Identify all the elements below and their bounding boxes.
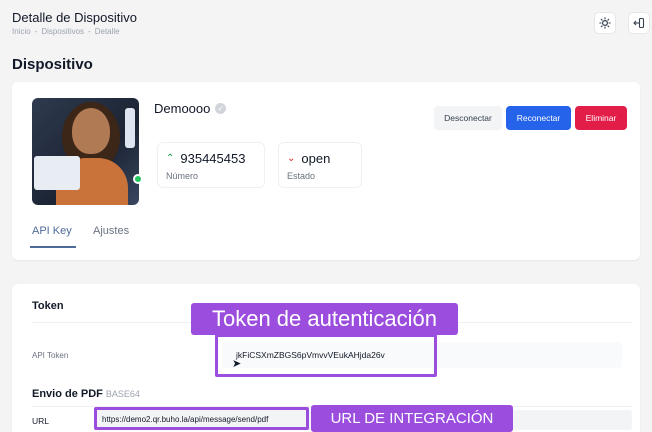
breadcrumb-separator: - — [34, 27, 38, 36]
pdf-section-title: Envio de PDF BASE64 — [32, 388, 140, 400]
logout-icon — [633, 17, 645, 29]
api-token-label: API Token — [32, 351, 69, 360]
device-avatar — [32, 98, 139, 205]
delete-button[interactable]: Eliminar — [575, 106, 627, 130]
sun-icon — [599, 17, 611, 29]
pdf-subtitle: BASE64 — [105, 389, 140, 399]
device-name: Demoooo ✓ — [154, 101, 227, 116]
breadcrumb-current: Detalle — [94, 27, 120, 36]
section-title: Dispositivo — [12, 56, 93, 73]
state-label: Estado — [287, 171, 316, 181]
verified-icon: ✓ — [215, 103, 227, 114]
arrow-down-icon: ⌄ — [287, 153, 296, 164]
tab-settings[interactable]: Ajustes — [93, 225, 129, 237]
top-bar: Detalle de Dispositivo Inicio - Disposit… — [0, 0, 652, 46]
state-value: open — [301, 151, 331, 166]
reconnect-button[interactable]: Reconectar — [506, 106, 571, 130]
breadcrumb-separator: - — [88, 27, 91, 36]
state-stat: ⌄ open Estado — [278, 142, 362, 188]
page-title: Detalle de Dispositivo — [12, 10, 138, 25]
url-annotation-label: URL DE INTEGRACIÓN — [311, 405, 513, 432]
number-stat: ⌃ 935445453 Número — [157, 142, 265, 188]
token-annotation-label: Token de autenticación — [191, 303, 458, 335]
logout-button[interactable] — [628, 12, 650, 34]
online-status-dot — [133, 174, 143, 184]
breadcrumb: Inicio - Dispositivos - Detalle — [12, 27, 120, 36]
device-name-text: Demoooo — [154, 101, 211, 116]
url-label: URL — [32, 416, 50, 426]
mouse-cursor-icon: ➤ — [232, 358, 242, 370]
token-title: Token — [32, 300, 64, 312]
tab-api-key[interactable]: API Key — [32, 225, 72, 237]
token-highlight-box — [215, 334, 437, 377]
breadcrumb-home[interactable]: Inicio — [12, 27, 31, 36]
url-highlight-box — [94, 407, 309, 430]
number-value: 935445453 — [180, 151, 246, 166]
active-tab-indicator — [30, 246, 76, 248]
number-label: Número — [166, 171, 199, 181]
arrow-up-icon: ⌃ — [166, 153, 175, 164]
device-card: Demoooo ✓ ⌃ 935445453 Número ⌄ open Estado… — [12, 82, 640, 260]
disconnect-button[interactable]: Desconectar — [434, 106, 502, 130]
breadcrumb-devices[interactable]: Dispositivos — [41, 27, 84, 36]
pdf-title-text: Envio de PDF — [32, 388, 103, 400]
theme-toggle-button[interactable] — [594, 12, 616, 34]
